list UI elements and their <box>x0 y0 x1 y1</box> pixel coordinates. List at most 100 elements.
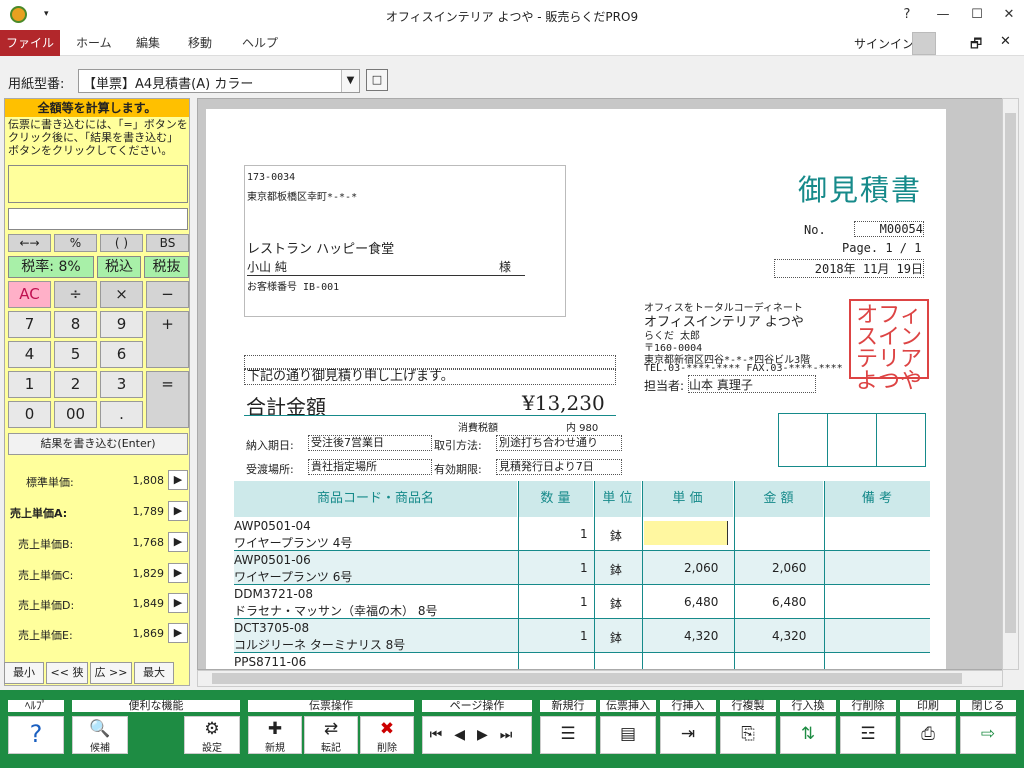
table-row[interactable]: DCT3705-08 コルジリーネ ターミナリス 8号 1 鉢 4,320 4,320 <box>234 619 930 653</box>
total-amount: ¥13,230 <box>522 391 605 415</box>
delete-slip-button[interactable]: ✖ 削除 <box>360 716 414 754</box>
tab-file[interactable]: ファイル <box>0 30 60 56</box>
key-dot[interactable]: . <box>100 401 143 428</box>
key-minus[interactable]: − <box>146 281 189 308</box>
tax-rate-button[interactable]: 税率: 8% <box>8 256 94 278</box>
tax-incl-button[interactable]: 税込 <box>97 256 141 278</box>
table-row[interactable]: AWP0501-06 ワイヤープランツ 6号 1 鉢 2,060 2,060 <box>234 551 930 585</box>
play-icon[interactable]: ▶ <box>168 501 188 521</box>
approval-stamp-grid <box>778 413 926 467</box>
row-copy-button[interactable]: ⎘ <box>720 716 776 754</box>
suggest-button[interactable]: 🔍 候補 <box>72 716 128 754</box>
new-row-icon: ☰ <box>560 724 576 744</box>
page-nav-buttons[interactable]: ⏮◀▶⏭ <box>422 716 532 754</box>
key-ac[interactable]: AC <box>8 281 51 308</box>
scroll-thumb[interactable] <box>212 673 962 684</box>
first-page-icon[interactable]: ⏮ <box>430 727 455 743</box>
key-plus[interactable]: + <box>146 311 189 368</box>
next-page-icon[interactable]: ▶ <box>477 727 500 743</box>
form-select[interactable]: 【単票】A4見積書(A) カラー ▼ <box>78 69 360 93</box>
key-multiply[interactable]: × <box>100 281 143 308</box>
form-detail-button[interactable]: □ <box>366 69 388 91</box>
zoom-narrow-button[interactable]: << 狭 <box>46 662 88 684</box>
table-row[interactable]: DDM3721-08 ドラセナ・マッサン（幸福の木） 8号 1 鉢 6,480 6,480 <box>234 585 930 619</box>
row-delete-button[interactable]: ☲ <box>840 716 896 754</box>
key-3[interactable]: 3 <box>100 371 143 398</box>
estimate-page: 173-0034 東京都板橋区幸町*-*-* レストラン ハッピー食堂 小山 純… <box>206 109 946 669</box>
help-icon[interactable]: ? <box>896 5 918 25</box>
price-input[interactable] <box>644 521 728 545</box>
slip-insert-button[interactable]: ▤ <box>600 716 656 754</box>
transfer-button[interactable]: ⇄ 転記 <box>304 716 358 754</box>
tab-help[interactable]: ヘルプ <box>228 30 292 56</box>
horizontal-scrollbar[interactable] <box>197 670 1003 687</box>
table-row[interactable]: AWP0501-04 ワイヤープランツ 4号 1 鉢 <box>234 517 930 551</box>
key-5[interactable]: 5 <box>54 341 97 368</box>
maximize-icon[interactable]: ☐ <box>966 5 988 25</box>
new-slip-button[interactable]: ✚ 新規 <box>248 716 302 754</box>
print-button[interactable]: ⎙ <box>900 716 956 754</box>
restore-icon[interactable]: 🗗 <box>970 35 982 57</box>
price-value: 1,768 <box>132 536 165 549</box>
payment-value: 別途打ち合わせ通り <box>496 435 622 451</box>
prev-page-icon[interactable]: ◀ <box>454 727 477 743</box>
play-icon[interactable]: ▶ <box>168 563 188 583</box>
place-label: 受渡場所: <box>246 463 294 476</box>
tab-edit[interactable]: 編集 <box>122 30 174 56</box>
key-paren[interactable]: ( ) <box>100 234 143 252</box>
close-doc-icon[interactable]: ✕ <box>1000 34 1011 49</box>
zoom-wide-button[interactable]: 広 >> <box>90 662 132 684</box>
key-cursor[interactable]: ←→ <box>8 234 51 252</box>
table-row[interactable]: PPS8711-061個370370 <box>234 653 930 669</box>
group-slip: 伝票操作 <box>248 700 414 712</box>
document-view[interactable]: 173-0034 東京都板橋区幸町*-*-* レストラン ハッピー食堂 小山 純… <box>197 98 1003 670</box>
new-doc-icon: ✚ <box>267 719 283 739</box>
close-icon[interactable]: ✕ <box>998 5 1020 25</box>
col-divider <box>594 481 595 669</box>
play-icon[interactable]: ▶ <box>168 532 188 552</box>
row-insert-button[interactable]: ⇥ <box>660 716 716 754</box>
key-4[interactable]: 4 <box>8 341 51 368</box>
item-name: ワイヤープランツ 6号 <box>234 570 353 584</box>
title-bar: ▾ オフィスインテリア よつや - 販売らくだPRO9 ? — ☐ ✕ <box>0 0 1024 30</box>
scroll-thumb[interactable] <box>1005 113 1016 633</box>
play-icon[interactable]: ▶ <box>168 623 188 643</box>
key-2[interactable]: 2 <box>54 371 97 398</box>
key-0[interactable]: 0 <box>8 401 51 428</box>
key-equals[interactable]: = <box>146 371 189 428</box>
key-9[interactable]: 9 <box>100 311 143 338</box>
price-value: 1,869 <box>132 627 165 640</box>
calc-input[interactable] <box>8 208 188 230</box>
zoom-max-button[interactable]: 最大 <box>134 662 174 684</box>
price-value: 1,789 <box>132 505 165 518</box>
play-icon[interactable]: ▶ <box>168 593 188 613</box>
write-result-button[interactable]: 結果を書き込む(Enter) <box>8 433 188 455</box>
price-value: 1,829 <box>132 567 165 580</box>
vertical-scrollbar[interactable] <box>1002 98 1019 670</box>
key-backspace[interactable]: BS <box>146 234 189 252</box>
key-divide[interactable]: ÷ <box>54 281 97 308</box>
key-7[interactable]: 7 <box>8 311 51 338</box>
minimize-icon[interactable]: — <box>932 5 954 25</box>
item-unit: 鉢 <box>610 563 623 577</box>
avatar[interactable] <box>912 32 936 55</box>
signin-link[interactable]: サインイン <box>854 35 914 52</box>
help-button[interactable]: ? <box>8 716 64 754</box>
tab-home[interactable]: ホーム <box>62 30 126 56</box>
group-page: ページ操作 <box>422 700 532 712</box>
settings-button[interactable]: ⚙ 設定 <box>184 716 240 754</box>
new-row-button[interactable]: ☰ <box>540 716 596 754</box>
last-page-icon[interactable]: ⏭ <box>500 727 525 743</box>
chevron-down-icon[interactable]: ▼ <box>341 70 359 92</box>
tax-excl-button[interactable]: 税抜 <box>144 256 189 278</box>
play-icon[interactable]: ▶ <box>168 470 188 490</box>
key-00[interactable]: 00 <box>54 401 97 428</box>
key-1[interactable]: 1 <box>8 371 51 398</box>
zoom-min-button[interactable]: 最小 <box>4 662 44 684</box>
tab-move[interactable]: 移動 <box>174 30 226 56</box>
row-swap-button[interactable]: ⇅ <box>780 716 836 754</box>
close-button[interactable]: ⇨ <box>960 716 1016 754</box>
key-8[interactable]: 8 <box>54 311 97 338</box>
key-percent[interactable]: % <box>54 234 97 252</box>
key-6[interactable]: 6 <box>100 341 143 368</box>
